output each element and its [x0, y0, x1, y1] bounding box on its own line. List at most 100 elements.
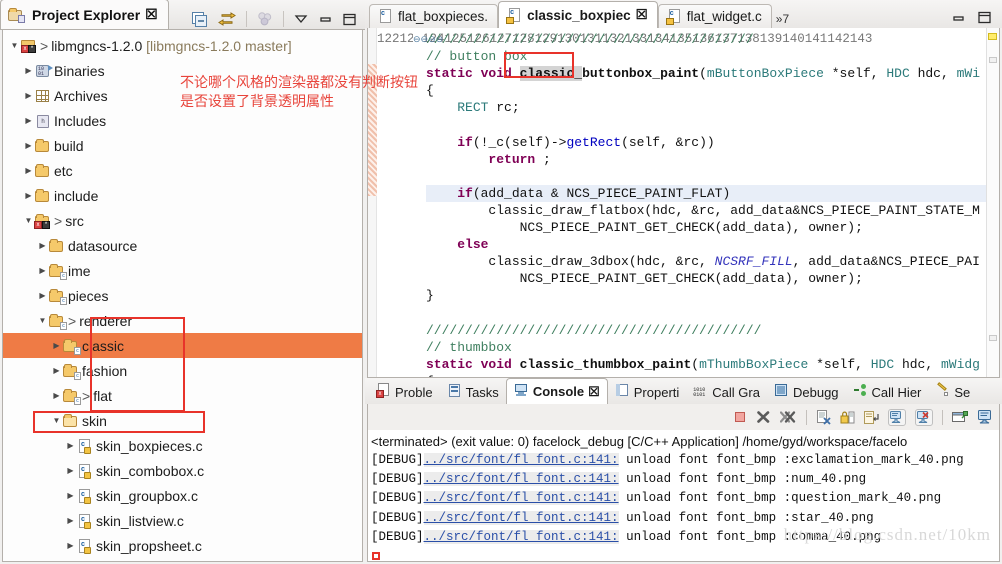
collapse-all-icon[interactable] — [192, 11, 208, 27]
remove-all-terminated-icon[interactable] — [780, 410, 797, 424]
source-code-text[interactable]: ////////////////////////////////////////… — [424, 28, 986, 377]
code-line[interactable] — [426, 305, 986, 322]
code-line[interactable]: NCS_PIECE_PAINT_GET_CHECK(add_data), own… — [426, 219, 986, 236]
warning-marker-icon[interactable] — [988, 33, 997, 40]
tree-item-fashion[interactable]: ▶ c fashion — [3, 358, 362, 383]
console-tab-se[interactable]: Se — [928, 380, 977, 404]
tree-item-build[interactable]: ▶ build — [3, 133, 362, 158]
code-line[interactable]: if(!_c(self)->getRect(self, &rc)) — [426, 134, 986, 151]
source-link[interactable]: ../src/font/fl_font.c:141: — [423, 453, 619, 467]
tree-expand-arrow[interactable]: ▶ — [51, 341, 62, 350]
code-line[interactable]: // button box — [426, 48, 986, 65]
tree-expand-arrow[interactable]: ▶ — [23, 66, 34, 75]
code-line[interactable]: { — [426, 373, 986, 377]
tree-item-skin[interactable]: ▼ skin — [3, 408, 362, 433]
tree-expand-arrow[interactable]: ▼ — [23, 216, 34, 225]
tree-expand-arrow[interactable]: ▶ — [37, 241, 48, 250]
code-line[interactable]: { — [426, 82, 986, 99]
tree-expand-arrow[interactable]: ▶ — [23, 141, 34, 150]
tree-item-pieces[interactable]: ▶ c pieces — [3, 283, 362, 308]
code-line[interactable]: else — [426, 236, 986, 253]
code-line[interactable]: static void classic_thumbbox_paint(mThum… — [426, 356, 986, 373]
scroll-lock-icon[interactable] — [840, 410, 855, 425]
editor-tab-flat_boxpieces.[interactable]: c flat_boxpieces. — [369, 4, 499, 28]
view-menu-icon[interactable] — [294, 13, 308, 25]
tree-item-ime[interactable]: ▶ c ime — [3, 258, 362, 283]
minimize-icon[interactable] — [951, 12, 965, 24]
tree-expand-arrow[interactable]: ▶ — [65, 516, 76, 525]
minimize-icon[interactable] — [318, 13, 332, 25]
tree-expand-arrow[interactable]: ▼ — [9, 41, 20, 50]
tree-item-skin_propsheet.c[interactable]: ▶ skin_propsheet.c — [3, 533, 362, 558]
console-tab-properti[interactable]: Properti — [608, 380, 687, 404]
tree-item-skin_listview.c[interactable]: ▶ skin_listview.c — [3, 508, 362, 533]
code-line[interactable]: RECT rc; — [426, 99, 986, 116]
close-icon[interactable]: ☒ — [636, 7, 648, 23]
tree-item-include[interactable]: ▶ include — [3, 183, 362, 208]
tree-expand-arrow[interactable]: ▶ — [37, 266, 48, 275]
fold-marker[interactable]: ⊖ — [413, 34, 421, 44]
console-tab-debugg[interactable]: Debugg — [767, 380, 846, 404]
tree-expand-arrow[interactable]: ▶ — [23, 91, 34, 100]
maximize-icon[interactable] — [342, 13, 357, 26]
terminate-icon[interactable] — [733, 410, 747, 424]
tree-expand-arrow[interactable]: ▶ — [65, 441, 76, 450]
code-line[interactable]: NCS_PIECE_PAINT_GET_CHECK(add_data), own… — [426, 270, 986, 287]
code-line[interactable]: static void classic_buttonbox_paint(mBut… — [426, 65, 986, 82]
source-link[interactable]: ../src/font/fl_font.c:141: — [423, 472, 619, 487]
new-console-view-icon[interactable] — [952, 410, 968, 424]
tree-expand-arrow[interactable]: ▶ — [65, 541, 76, 550]
close-icon[interactable]: ☒ — [588, 384, 600, 400]
console-tab-call-gra[interactable]: 1010 0101 Call Gra — [686, 380, 767, 404]
tree-item-skin_widget.c[interactable]: ▶skin_widget.c — [3, 558, 362, 561]
tree-expand-arrow[interactable]: ▶ — [37, 291, 48, 300]
code-line[interactable]: return ; — [426, 151, 986, 168]
source-link[interactable]: ../src/font/fl_font.c:141: — [423, 491, 619, 506]
code-line[interactable]: ////////////////////////////////////////… — [426, 322, 986, 339]
tree-expand-arrow[interactable]: ▶ — [23, 166, 34, 175]
tab-project-explorer[interactable]: Project Explorer ☒ — [0, 0, 169, 29]
pin-console-icon[interactable] — [915, 408, 933, 426]
tree-item-skin_boxpieces.c[interactable]: ▶ skin_boxpieces.c — [3, 433, 362, 458]
tree-item-flat[interactable]: ▶ c > flat — [3, 383, 362, 408]
tree-expand-arrow[interactable]: ▶ — [51, 391, 62, 400]
tree-item-renderer[interactable]: ▼ c > renderer — [3, 308, 362, 333]
source-link[interactable]: ../src/font/fl_font.c:141: — [423, 529, 619, 544]
remove-launch-icon[interactable] — [756, 410, 771, 424]
overview-marker-icon[interactable] — [989, 57, 997, 63]
clear-console-icon[interactable] — [816, 409, 831, 425]
code-line[interactable]: ////////////////////////////////////////… — [426, 31, 986, 48]
tree-item-src[interactable]: ▼ x * > src — [3, 208, 362, 233]
filter-icon[interactable] — [257, 11, 273, 27]
maximize-icon[interactable] — [977, 11, 992, 24]
tree-item-datasource[interactable]: ▶ datasource — [3, 233, 362, 258]
editor-tab-overflow[interactable]: »7 — [772, 12, 795, 28]
editor-tab-flat_widget.c[interactable]: c flat_widget.c — [657, 4, 772, 28]
code-line[interactable] — [426, 168, 986, 185]
source-link[interactable]: ../src/font/fl_font.c:141: — [423, 510, 619, 525]
tree-item-classic[interactable]: ▶ c classic — [3, 333, 362, 358]
code-line[interactable]: classic_draw_3dbox(hdc, &rc, NCSRF_FILL,… — [426, 253, 986, 270]
tree-item-skin_groupbox.c[interactable]: ▶ skin_groupbox.c — [3, 483, 362, 508]
close-icon[interactable]: ☒ — [145, 6, 158, 23]
overview-marker-icon-2[interactable] — [989, 335, 997, 341]
code-line[interactable]: classic_draw_flatbox(hdc, &rc, add_data&… — [426, 202, 986, 219]
tree-item-libmgncs-1.2.0[interactable]: ▼ x * > libmgncs-1.2.0 [libmgncs-1.2.0 maste… — [3, 33, 362, 58]
code-line[interactable] — [426, 116, 986, 133]
tree-expand-arrow[interactable]: ▶ — [23, 116, 34, 125]
tree-expand-arrow[interactable]: ▼ — [37, 316, 48, 325]
console-tab-console[interactable]: Console ☒ — [505, 378, 608, 404]
overview-ruler[interactable] — [986, 28, 999, 377]
show-console-icon[interactable] — [888, 408, 906, 426]
tree-expand-arrow[interactable]: ▼ — [51, 416, 62, 425]
tree-expand-arrow[interactable]: ▶ — [23, 191, 34, 200]
console-tab-tasks[interactable]: Tasks — [440, 380, 506, 404]
word-wrap-icon[interactable] — [864, 410, 879, 425]
editor-tab-classic_boxpiec[interactable]: c classic_boxpiec ☒ — [498, 1, 658, 28]
tree-expand-arrow[interactable]: ▶ — [65, 466, 76, 475]
console-tab-call-hier[interactable]: Call Hier — [846, 380, 929, 404]
console-output[interactable]: <terminated> (exit value: 0) facelock_de… — [367, 430, 1000, 562]
link-with-editor-icon[interactable] — [218, 11, 236, 27]
tree-expand-arrow[interactable]: ▶ — [65, 491, 76, 500]
console-tab-proble[interactable]: x Proble — [369, 380, 440, 404]
